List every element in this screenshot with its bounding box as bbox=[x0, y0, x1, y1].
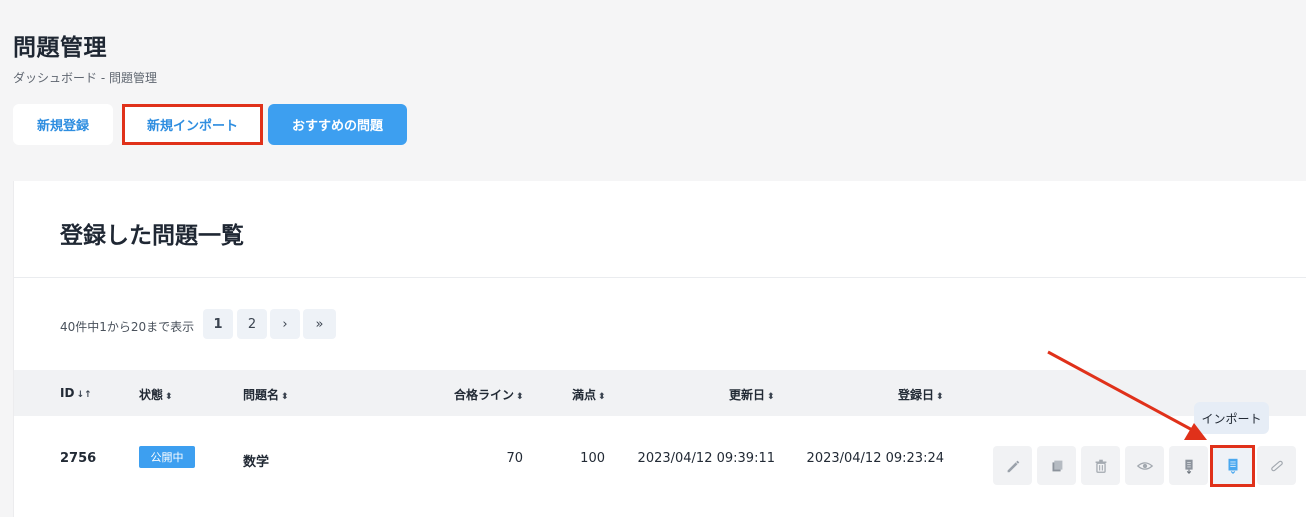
cell-full-score: 100 bbox=[580, 451, 605, 466]
copy-icon bbox=[1052, 460, 1062, 471]
trash-icon bbox=[1095, 459, 1106, 473]
column-header-registered[interactable]: 登録日 ⬍ bbox=[898, 386, 944, 403]
pencil-icon bbox=[1007, 460, 1019, 472]
sort-icon: ⬍ bbox=[936, 392, 944, 402]
eye-icon bbox=[1136, 461, 1153, 470]
link-button[interactable] bbox=[1257, 446, 1296, 485]
edit-button[interactable] bbox=[993, 446, 1032, 485]
link-icon bbox=[1270, 460, 1283, 471]
next-page-button[interactable]: › bbox=[270, 309, 300, 339]
sort-desc-icon: ↓↑ bbox=[76, 390, 92, 400]
new-import-button[interactable]: 新規インポート bbox=[122, 104, 263, 145]
column-header-id[interactable]: ID ↓↑ bbox=[60, 386, 92, 400]
preview-button[interactable] bbox=[1125, 446, 1164, 485]
pagination-info: 40件中1から20まで表示 bbox=[60, 320, 195, 334]
cell-name: 数学 bbox=[243, 455, 270, 470]
status-badge: 公開中 bbox=[139, 446, 195, 468]
card-title: 登録した問題一覧 bbox=[60, 223, 244, 249]
sort-icon: ⬍ bbox=[516, 392, 524, 402]
import-icon bbox=[1228, 458, 1237, 475]
export-icon bbox=[1184, 459, 1193, 474]
sort-icon: ⬍ bbox=[767, 392, 775, 402]
copy-button[interactable] bbox=[1037, 446, 1076, 485]
sort-icon: ⬍ bbox=[281, 392, 289, 402]
cell-pass-line: 70 bbox=[506, 451, 523, 466]
breadcrumb[interactable]: ダッシュボード - 問題管理 bbox=[13, 69, 157, 86]
page-2-button[interactable]: 2 bbox=[237, 309, 267, 339]
page-1-button[interactable]: 1 bbox=[203, 309, 233, 339]
sort-icon: ⬍ bbox=[598, 392, 606, 402]
import-button[interactable] bbox=[1210, 445, 1255, 487]
column-header-full-score[interactable]: 満点 ⬍ bbox=[572, 386, 606, 403]
recommended-problems-button[interactable]: おすすめの問題 bbox=[268, 104, 407, 145]
import-tooltip: インポート bbox=[1194, 402, 1269, 434]
problem-list-card: 登録した問題一覧 40件中1から20まで表示 1 2 › » ID ↓↑ 状態 ⬍ … bbox=[13, 181, 1306, 517]
export-button[interactable] bbox=[1169, 446, 1208, 485]
cell-updated: 2023/04/12 09:39:11 bbox=[637, 451, 775, 466]
column-header-updated[interactable]: 更新日 ⬍ bbox=[729, 386, 775, 403]
column-header-status[interactable]: 状態 ⬍ bbox=[139, 386, 173, 403]
last-page-button[interactable]: » bbox=[303, 309, 336, 339]
sort-icon: ⬍ bbox=[165, 392, 173, 402]
column-header-pass-line[interactable]: 合格ライン ⬍ bbox=[454, 386, 524, 403]
table-header: ID ↓↑ 状態 ⬍ 問題名 ⬍ 合格ライン ⬍ 満点 ⬍ 更新日 ⬍ 登録日 ⬍ bbox=[14, 370, 1306, 416]
delete-button[interactable] bbox=[1081, 446, 1120, 485]
cell-registered: 2023/04/12 09:23:24 bbox=[806, 451, 944, 466]
column-header-name[interactable]: 問題名 ⬍ bbox=[243, 386, 289, 403]
page-title: 問題管理 bbox=[13, 35, 107, 61]
cell-id: 2756 bbox=[60, 451, 97, 466]
new-register-button[interactable]: 新規登録 bbox=[13, 104, 113, 145]
card-header: 登録した問題一覧 bbox=[14, 181, 1306, 278]
